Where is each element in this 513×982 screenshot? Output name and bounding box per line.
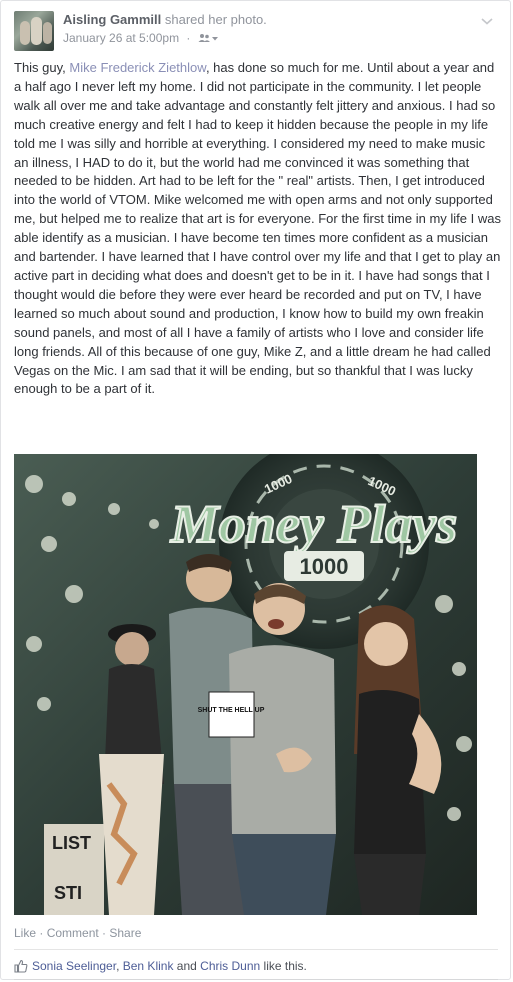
sign-text: Money Plays — [170, 494, 457, 554]
action-dot-2: · — [98, 926, 110, 940]
post-action: shared her photo. — [164, 12, 267, 27]
post-card: Aisling Gammill shared her photo. Januar… — [0, 0, 511, 980]
like-action[interactable]: Like — [14, 926, 36, 940]
post-photo[interactable]: Money Plays 1000 1000 1000 LIST STI SHUT… — [14, 454, 477, 915]
share-action[interactable]: Share — [109, 926, 141, 940]
liker-3[interactable]: Chris Dunn — [200, 959, 260, 973]
post-header: Aisling Gammill shared her photo. Januar… — [14, 11, 498, 51]
bottom-divider — [14, 979, 498, 980]
post-text-start: This guy, — [14, 60, 70, 75]
sign-number: 1000 — [300, 554, 349, 579]
likes-summary: Sonia Seelinger, Ben Klink and Chris Dun… — [14, 959, 307, 976]
likes-and: and — [173, 959, 201, 973]
post-meta: January 26 at 5:00pm · — [63, 31, 218, 46]
mention-link[interactable]: Mike Frederick Ziethlow — [69, 60, 206, 75]
post-title: Aisling Gammill shared her photo. — [63, 12, 267, 27]
post-timestamp[interactable]: January 26 at 5:00pm — [63, 31, 179, 45]
post-actions: Like · Comment · Share — [14, 926, 141, 940]
liker-2[interactable]: Ben Klink — [123, 959, 174, 973]
poster-text-1: LIST — [52, 833, 91, 853]
actions-divider — [14, 949, 498, 950]
thumbs-up-icon — [14, 959, 28, 976]
action-dot-1: · — [36, 926, 47, 940]
chevron-down-icon[interactable] — [480, 13, 494, 25]
comment-action[interactable]: Comment — [47, 926, 99, 940]
post-text: This guy, Mike Frederick Ziethlow, has d… — [14, 59, 502, 399]
card-text: SHUT THE HELL UP — [198, 707, 265, 714]
poster-text-2: STI — [54, 883, 82, 903]
post-text-rest: , has done so much for me. Until about a… — [14, 60, 501, 397]
likes-comma: , — [116, 959, 123, 973]
friends-icon[interactable] — [198, 32, 218, 46]
liker-1[interactable]: Sonia Seelinger — [32, 959, 116, 973]
meta-separator: · — [186, 31, 191, 45]
author-name[interactable]: Aisling Gammill — [63, 12, 161, 27]
likes-suffix: like this. — [260, 959, 307, 973]
author-avatar[interactable] — [14, 11, 54, 51]
